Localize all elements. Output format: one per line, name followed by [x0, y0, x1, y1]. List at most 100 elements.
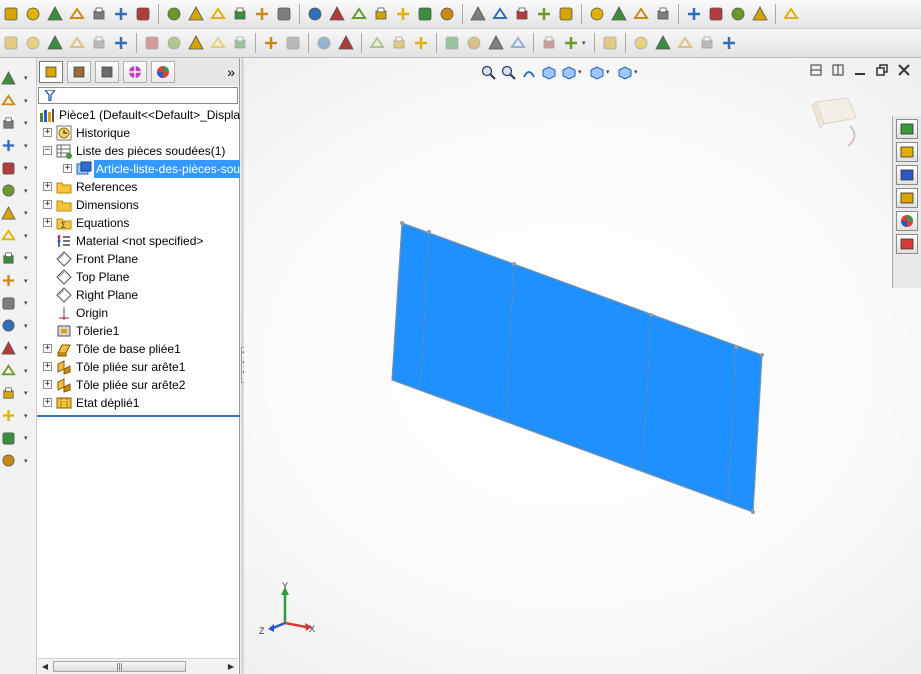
no-bends-icon[interactable] — [414, 3, 436, 25]
fillet-icon[interactable]: ▾ — [0, 248, 36, 268]
fold-icon[interactable] — [370, 3, 392, 25]
measure-icon[interactable] — [335, 32, 357, 54]
rectangle-icon[interactable]: ▾ — [0, 136, 36, 156]
solidworks-resources-icon[interactable] — [896, 119, 918, 139]
circle-icon[interactable]: ▾ — [0, 181, 36, 201]
tree-item[interactable]: + Etat déplié1 — [37, 394, 240, 412]
circle-icon[interactable] — [185, 32, 207, 54]
graphics-area[interactable]: ▾ ▾ ▾ Y X Z — [244, 58, 921, 674]
view-palette-icon[interactable] — [896, 188, 918, 208]
flatten-icon[interactable] — [392, 3, 414, 25]
sensor-icon[interactable] — [718, 32, 740, 54]
point-icon[interactable] — [727, 3, 749, 25]
chevron-down-icon[interactable]: ▾ — [582, 39, 590, 47]
loft-icon[interactable] — [511, 3, 533, 25]
coordinate-icon[interactable] — [674, 32, 696, 54]
display-manager-tab[interactable] — [151, 61, 175, 83]
expand-icon[interactable]: + — [43, 362, 52, 371]
spell-check-icon[interactable] — [388, 32, 410, 54]
rebuild-icon[interactable] — [88, 32, 110, 54]
pattern-icon[interactable] — [282, 32, 304, 54]
move-entities-icon[interactable] — [110, 3, 132, 25]
file-explorer-icon[interactable] — [896, 165, 918, 185]
hide-show-icon[interactable] — [366, 32, 388, 54]
tree-item[interactable]: + Tôle pliée sur arête2 — [37, 376, 240, 394]
property-manager-tab[interactable] — [67, 61, 91, 83]
3d-sketch-icon[interactable] — [163, 3, 185, 25]
chevron-down-icon[interactable]: ▾ — [24, 232, 32, 240]
print-icon[interactable] — [44, 32, 66, 54]
chevron-down-icon[interactable]: ▾ — [24, 389, 32, 397]
base-flange-icon[interactable] — [185, 3, 207, 25]
chevron-down-icon[interactable]: ▾ — [24, 142, 32, 150]
weld-structure-icon[interactable] — [586, 3, 608, 25]
arc-icon[interactable] — [207, 32, 229, 54]
scroll-right-icon[interactable]: ▶ — [225, 661, 237, 673]
scrollbar-thumb[interactable]: ||| — [53, 661, 186, 672]
options-icon[interactable] — [110, 32, 132, 54]
sheet-metal-part[interactable] — [244, 58, 921, 674]
configuration-manager-tab[interactable] — [95, 61, 119, 83]
repair-sketch-icon[interactable]: ▾ — [0, 451, 36, 471]
relations-icon[interactable] — [132, 3, 154, 25]
chevron-down-icon[interactable]: ▾ — [24, 322, 32, 330]
feature-manager-tab[interactable] — [39, 61, 63, 83]
collapse-icon[interactable]: − — [43, 146, 52, 155]
extruded-boss-icon[interactable] — [467, 3, 489, 25]
warning-icon[interactable]: ▾ — [0, 383, 36, 403]
chevron-down-icon[interactable]: ▾ — [24, 97, 32, 105]
tree-item[interactable]: + Article-liste-des-pièces-sou — [37, 160, 240, 178]
undo-icon[interactable] — [66, 32, 88, 54]
chevron-down-icon[interactable]: ▾ — [24, 344, 32, 352]
smart-dimension-icon[interactable] — [22, 3, 44, 25]
polygon-icon[interactable]: ▾ — [0, 271, 36, 291]
reference-line-icon[interactable] — [705, 3, 727, 25]
jog-icon[interactable] — [436, 3, 458, 25]
chevron-down-icon[interactable]: ▾ — [24, 74, 32, 82]
chevron-down-icon[interactable]: ▾ — [24, 277, 32, 285]
chevron-down-icon[interactable]: ▾ — [24, 457, 32, 465]
chevron-down-icon[interactable]: ▾ — [24, 187, 32, 195]
pan-icon[interactable] — [485, 32, 507, 54]
expand-icon[interactable]: + — [43, 182, 52, 191]
insert-bends-icon[interactable] — [304, 3, 326, 25]
text-icon[interactable] — [441, 32, 463, 54]
horizontal-scrollbar[interactable]: ◀ ||| ▶ — [38, 658, 238, 674]
tree-item[interactable]: Tôlerie1 — [37, 322, 240, 340]
tree-item[interactable]: Material <not specified> — [37, 232, 240, 250]
table-icon[interactable] — [599, 32, 621, 54]
part-face[interactable] — [391, 222, 763, 513]
view-orientation-icon[interactable] — [538, 32, 560, 54]
convert-entities-icon[interactable] — [44, 3, 66, 25]
forming-tool-icon[interactable] — [533, 3, 555, 25]
measure-icon[interactable] — [683, 3, 705, 25]
expand-icon[interactable]: + — [43, 218, 52, 227]
construction-geometry-icon[interactable]: ▾ — [0, 361, 36, 381]
scroll-left-icon[interactable]: ◀ — [39, 661, 51, 673]
expand-icon[interactable]: + — [43, 380, 52, 389]
spline-icon[interactable] — [229, 32, 251, 54]
tree-item[interactable]: Front Plane — [37, 250, 240, 268]
dimension-icon[interactable]: ▾ — [0, 91, 36, 111]
gusset-icon[interactable] — [630, 3, 652, 25]
chevron-down-icon[interactable]: ▾ — [24, 119, 32, 127]
line-icon[interactable]: ▾ — [0, 113, 36, 133]
line-icon[interactable] — [141, 32, 163, 54]
axis-icon[interactable] — [652, 32, 674, 54]
save-icon[interactable] — [22, 32, 44, 54]
custom-properties-icon[interactable] — [896, 234, 918, 254]
rollback-bar[interactable] — [37, 415, 240, 417]
hem-icon[interactable] — [251, 3, 273, 25]
chevron-down-icon[interactable]: ▾ — [24, 299, 32, 307]
spline-icon[interactable]: ▾ — [0, 226, 36, 246]
move-entities-icon[interactable]: ▾ — [0, 428, 36, 448]
tree-item[interactable]: + Dimensions — [37, 196, 240, 214]
plane-icon[interactable] — [630, 32, 652, 54]
expand-icon[interactable]: + — [43, 200, 52, 209]
end-cap-icon[interactable] — [652, 3, 674, 25]
more-tabs-button[interactable]: » — [227, 64, 235, 80]
tree-item[interactable]: + Tôle pliée sur arête1 — [37, 358, 240, 376]
linear-pattern-icon[interactable]: ▾ — [0, 406, 36, 426]
expand-icon[interactable]: + — [43, 398, 52, 407]
edge-flange-icon[interactable] — [207, 3, 229, 25]
